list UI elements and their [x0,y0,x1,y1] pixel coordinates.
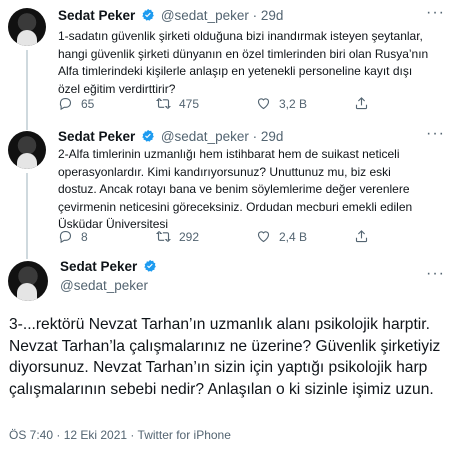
thread-line [26,50,28,130]
author-name[interactable]: Sedat Peker [58,129,135,144]
share-icon [355,97,368,110]
separator-dot: · [252,129,258,144]
like-count: 3,2 B [279,96,308,111]
retweet-icon [156,98,171,109]
tweet-timestamp[interactable]: ÖS 7:40 · 12 Eki 2021 · Twitter for iPho… [9,428,231,442]
like-button[interactable]: 2,4 B [256,229,307,244]
more-options-icon[interactable]: ··· [426,265,445,283]
verified-badge-icon [142,8,154,21]
author-name[interactable]: Sedat Peker [60,259,137,274]
thread-line [26,173,28,253]
separator-dot: · [252,8,258,23]
author-name-row[interactable]: Sedat Peker [60,259,159,274]
avatar[interactable] [8,8,46,46]
like-count: 2,4 B [279,229,308,244]
retweet-count: 292 [179,229,200,244]
heart-icon [257,98,270,110]
tweet-actions: 65 475 3,2 B [58,96,418,112]
share-button[interactable] [354,96,369,111]
reply-count: 8 [81,229,88,244]
retweet-icon [156,231,171,242]
heart-icon [257,231,270,243]
tweet-actions: 8 292 2,4 B [58,229,418,245]
main-tweet-text: 3-...rektörü Nevzat Tarhan’ın uzmanlık a… [9,316,441,398]
author-name[interactable]: Sedat Peker [58,8,135,23]
tweet-header: Sedat Peker @sedat_peker · 29d [58,8,283,23]
reply-button[interactable]: 65 [58,96,94,111]
reply-count: 65 [81,96,95,111]
avatar[interactable] [8,261,48,301]
tweet-header: Sedat Peker @sedat_peker · 29d [58,129,283,144]
retweet-button[interactable]: 475 [156,96,199,111]
tweet-time[interactable]: 29d [261,129,284,144]
author-handle[interactable]: @sedat_peker [161,8,249,23]
share-icon [355,230,368,243]
retweet-count: 475 [179,96,200,111]
retweet-button[interactable]: 292 [156,229,199,244]
avatar[interactable] [8,131,46,169]
verified-badge-icon [144,259,156,272]
author-handle[interactable]: @sedat_peker [60,278,148,293]
thread-line [26,253,28,259]
reply-icon [59,230,72,244]
thread-line [26,125,28,129]
verified-badge-icon [142,129,154,142]
reply-icon [59,97,72,111]
reply-button[interactable]: 8 [58,229,88,244]
tweet-1[interactable]: Sedat Peker @sedat_peker · 29d ··· 1-sad… [0,0,449,130]
more-options-icon[interactable]: ··· [426,125,445,143]
main-tweet-header: Sedat Peker @sedat_peker ··· [0,253,449,313]
like-button[interactable]: 3,2 B [256,96,307,111]
tweet-time[interactable]: 29d [261,8,284,23]
author-handle[interactable]: @sedat_peker [161,129,249,144]
tweet-2[interactable]: Sedat Peker @sedat_peker · 29d ··· 2-Alf… [0,125,449,253]
tweet-text: 2-Alfa timlerinin uzmanlığı hem istihbar… [58,147,413,231]
more-options-icon[interactable]: ··· [426,4,445,22]
share-button[interactable] [354,229,369,244]
tweet-text: 1-sadatın güvenlik şirketi olduğuna bizi… [58,29,429,96]
